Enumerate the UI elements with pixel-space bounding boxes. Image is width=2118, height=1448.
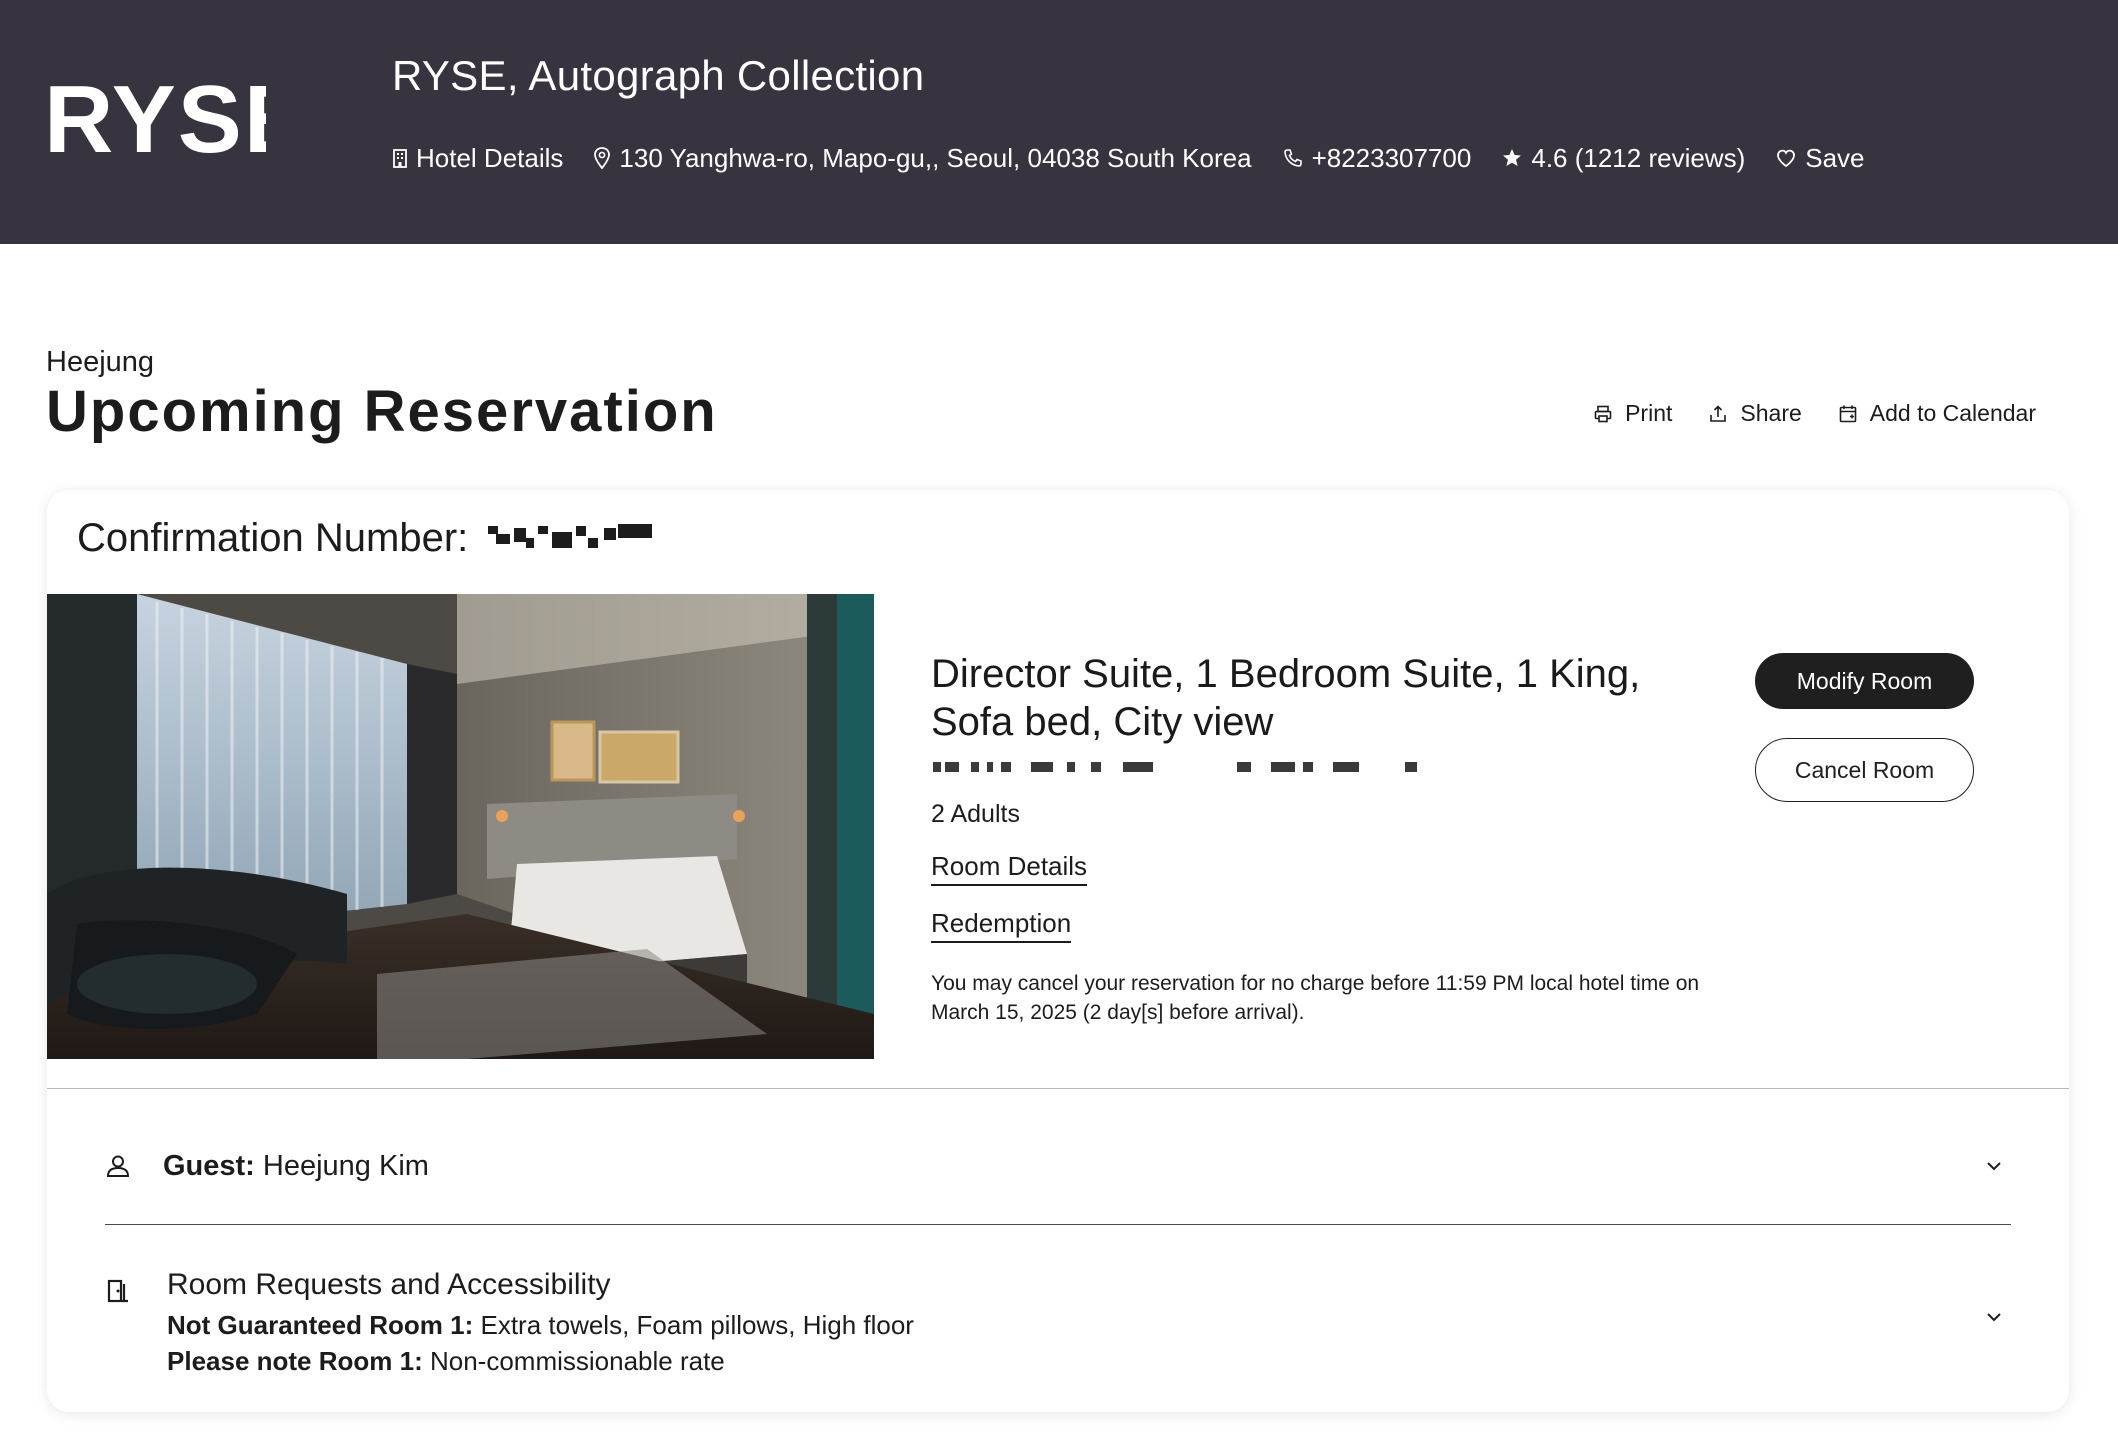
confirmation-number: Confirmation Number: xyxy=(77,516,653,561)
room-requests-title: Room Requests and Accessibility xyxy=(167,1268,611,1301)
page-title: Upcoming Reservation xyxy=(46,379,718,444)
map-pin-icon xyxy=(594,147,611,170)
confirmation-value-redacted xyxy=(488,523,653,554)
room-name: Director Suite, 1 Bedroom Suite, 1 King,… xyxy=(931,652,1641,744)
redemption-link[interactable]: Redemption xyxy=(931,908,1072,943)
heart-icon xyxy=(1777,149,1796,168)
hotel-phone[interactable]: +8223307700 xyxy=(1282,142,1472,174)
cancel-room-button[interactable]: Cancel Room xyxy=(1755,738,1974,802)
request-line-1-value: Extra towels, Foam pillows, High floor xyxy=(480,1310,914,1340)
section-divider-inner xyxy=(105,1224,2011,1225)
request-line-2-value: Non-commissionable rate xyxy=(429,1346,725,1376)
hotel-details-label: Hotel Details xyxy=(416,142,564,173)
request-line-2: Please note Room 1: Non-commissionable r… xyxy=(167,1346,725,1377)
room-details-link[interactable]: Room Details xyxy=(931,851,1088,886)
rating-text: 4.6 (1212 reviews) xyxy=(1531,142,1746,173)
reservation-card: Confirmation Number: Director Suite, 1 B… xyxy=(47,490,2069,1412)
room-photo-illustration xyxy=(47,594,874,1059)
request-line-1-label: Not Guaranteed Room 1: xyxy=(167,1310,474,1340)
confirmation-label: Confirmation Number: xyxy=(77,516,469,560)
guest-name: Heejung Kim xyxy=(262,1149,429,1182)
room-dates-redacted xyxy=(931,756,1731,778)
phone-icon xyxy=(1283,149,1302,167)
add-to-calendar-button[interactable]: Add to Calendar xyxy=(1838,400,2036,427)
guest-label: Guest: xyxy=(163,1149,255,1182)
request-line-1: Not Guaranteed Room 1: Extra towels, Foa… xyxy=(167,1310,914,1341)
share-icon xyxy=(1710,404,1727,422)
user-icon xyxy=(106,1155,130,1177)
hotel-details-link[interactable]: Hotel Details xyxy=(392,143,563,174)
share-button[interactable]: Share xyxy=(1708,400,1802,427)
calendar-icon xyxy=(1839,405,1857,422)
section-divider xyxy=(47,1088,2069,1089)
guest-accordion[interactable]: Guest: Heejung Kim xyxy=(105,1136,2015,1196)
modify-room-button[interactable]: Modify Room xyxy=(1755,653,1974,709)
address-text: 130 Yanghwa-ro, Mapo-gu,, Seoul, 04038 S… xyxy=(619,142,1252,173)
share-label: Share xyxy=(1740,400,1802,426)
phone-text: +8223307700 xyxy=(1311,142,1472,173)
print-label: Print xyxy=(1625,400,1673,426)
save-hotel-button[interactable]: Save xyxy=(1775,142,1865,174)
printer-icon xyxy=(1594,405,1612,422)
chevron-down-icon[interactable] xyxy=(1983,1306,2005,1328)
site-header: RYSE RYSE, Autograph Collection Hotel De… xyxy=(0,0,2118,244)
chevron-down-icon[interactable] xyxy=(1983,1155,2005,1177)
room-photo xyxy=(47,594,874,1059)
hotel-rating[interactable]: 4.6 (1212 reviews) xyxy=(1501,143,1745,174)
building-icon xyxy=(393,149,407,168)
guest-first-name: Heejung xyxy=(46,346,155,378)
door-icon xyxy=(107,1279,128,1303)
logo-text: RYSE xyxy=(44,74,266,160)
hotel-meta-bar: Hotel Details 130 Yanghwa-ro, Mapo-gu,, … xyxy=(392,140,1895,176)
hotel-address: 130 Yanghwa-ro, Mapo-gu,, Seoul, 04038 S… xyxy=(593,142,1252,174)
request-line-2-label: Please note Room 1: xyxy=(167,1346,423,1376)
star-icon xyxy=(1503,149,1522,166)
print-button[interactable]: Print xyxy=(1593,400,1672,427)
ryse-logo[interactable]: RYSE xyxy=(44,74,266,160)
save-label: Save xyxy=(1805,142,1865,173)
cancellation-policy: You may cancel your reservation for no c… xyxy=(931,972,1700,1024)
room-info: Director Suite, 1 Bedroom Suite, 1 King,… xyxy=(931,650,1731,1027)
calendar-label: Add to Calendar xyxy=(1869,400,2036,426)
guest-count: 2 Adults xyxy=(931,800,1020,828)
reservation-actions: Print Share Add to Calendar xyxy=(1557,400,2036,427)
room-requests-accordion[interactable]: Room Requests and Accessibility Not Guar… xyxy=(105,1268,2015,1388)
guest-name-row: Guest: Heejung Kim xyxy=(163,1150,429,1183)
hotel-name: RYSE, Autograph Collection xyxy=(392,52,925,99)
